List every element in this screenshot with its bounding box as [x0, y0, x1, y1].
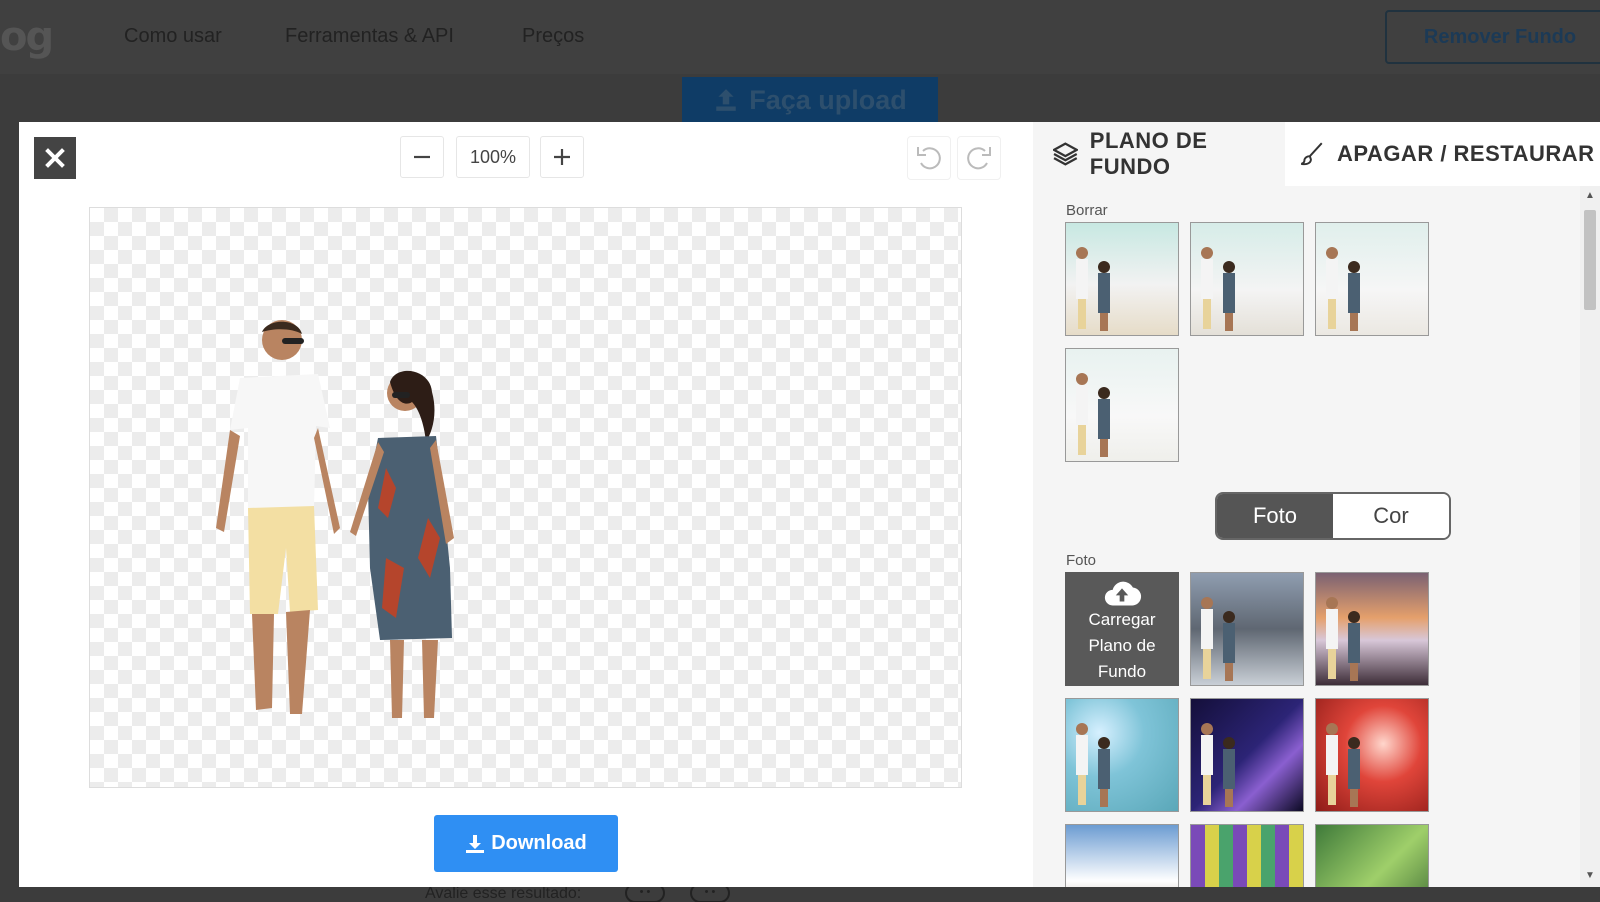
photo-thumbnail-galaxy[interactable] — [1190, 698, 1304, 812]
photo-thumbnail-bokeh-blue[interactable] — [1065, 698, 1179, 812]
nav-link-how-to-use[interactable]: Como usar — [124, 25, 222, 48]
download-icon — [466, 834, 485, 853]
photo-thumbnail-balls[interactable] — [1190, 824, 1304, 887]
tab-background[interactable]: PLANO DE FUNDO — [1033, 122, 1285, 186]
photo-thumbnail-bokeh-red[interactable] — [1315, 698, 1429, 812]
image-canvas[interactable] — [89, 207, 962, 788]
photo-thumbnail-forest[interactable] — [1315, 824, 1429, 887]
tab-erase-restore[interactable]: APAGAR / RESTAURAR — [1285, 122, 1600, 186]
upload-button-label: Faça upload — [749, 84, 907, 115]
zoom-level: 100% — [456, 136, 530, 178]
scroll-up-arrow-icon[interactable]: ▲ — [1585, 190, 1595, 201]
cloud-upload-icon — [1104, 581, 1142, 606]
couple-thumbnail-image — [1201, 723, 1235, 807]
layers-icon — [1053, 142, 1078, 166]
couple-thumbnail-image — [1201, 247, 1235, 331]
site-navbar: og Como usar Ferramentas & API Preços Re… — [0, 0, 1600, 74]
photo-color-toggle: Foto Cor — [1215, 492, 1451, 540]
couple-cutout-image — [216, 320, 454, 718]
photo-thumbnail-city[interactable] — [1190, 572, 1304, 686]
close-button[interactable] — [34, 137, 76, 179]
scroll-down-arrow-icon[interactable]: ▼ — [1585, 870, 1595, 881]
upload-button[interactable]: Faça upload — [682, 77, 938, 123]
toggle-photo[interactable]: Foto — [1217, 494, 1333, 538]
couple-thumbnail-image — [1076, 723, 1110, 807]
couple-thumbnail-image — [1326, 723, 1360, 807]
upload-background-tile[interactable]: Carregar Plano de Fundo — [1065, 572, 1179, 686]
remove-background-button[interactable]: Remover Fundo — [1385, 10, 1600, 64]
minus-icon — [414, 155, 430, 159]
tab-erase-restore-label: APAGAR / RESTAURAR — [1337, 141, 1595, 166]
close-icon — [45, 148, 65, 168]
redo-icon — [967, 147, 991, 170]
upload-tile-line-2: Plano de — [1088, 636, 1156, 655]
nav-link-tools-api[interactable]: Ferramentas & API — [285, 25, 454, 48]
redo-button[interactable] — [957, 136, 1001, 180]
couple-thumbnail-image — [1326, 597, 1360, 681]
editor-modal: 100% Download PLANO DE FUNDO APAGAR / RE… — [19, 122, 1600, 887]
couple-thumbnail-image — [1201, 597, 1235, 681]
rate-result-label: Avalie esse resultado: — [425, 885, 582, 902]
plus-icon — [554, 149, 570, 165]
upload-icon — [716, 89, 736, 111]
undo-icon — [917, 147, 941, 170]
panel-scrollbar[interactable]: ▲ ▼ — [1580, 186, 1600, 887]
upload-tile-line-3: Fundo — [1097, 662, 1147, 681]
undo-button[interactable] — [907, 136, 951, 180]
editor-area: 100% Download — [19, 122, 1033, 887]
tab-background-label: PLANO DE FUNDO — [1089, 128, 1208, 179]
toggle-color[interactable]: Cor — [1333, 494, 1449, 538]
zoom-in-button[interactable] — [540, 136, 584, 178]
upload-tile-line-1: Carregar — [1088, 610, 1156, 629]
zoom-out-button[interactable] — [400, 136, 444, 178]
blur-thumbnail-4[interactable] — [1065, 348, 1179, 462]
site-logo[interactable]: og — [0, 14, 54, 60]
background-panel: PLANO DE FUNDO APAGAR / RESTAURAR Borrar… — [1033, 122, 1600, 887]
couple-thumbnail-image — [1326, 247, 1360, 331]
nav-link-pricing[interactable]: Preços — [522, 25, 584, 48]
blur-thumbnail-2[interactable] — [1190, 222, 1304, 336]
photo-thumbnail-sunset[interactable] — [1315, 572, 1429, 686]
couple-thumbnail-image — [1076, 373, 1110, 457]
blur-thumbnail-1[interactable] — [1065, 222, 1179, 336]
blur-section-label: Borrar — [1066, 202, 1108, 219]
download-button[interactable]: Download — [434, 815, 618, 872]
scroll-thumb[interactable] — [1584, 210, 1596, 310]
photo-section-label: Foto — [1066, 552, 1097, 569]
blur-thumbnail-3[interactable] — [1315, 222, 1429, 336]
photo-thumbnail-sky[interactable] — [1065, 824, 1179, 887]
brush-icon — [1300, 142, 1323, 166]
couple-thumbnail-image — [1076, 247, 1110, 331]
download-button-label: Download — [491, 832, 587, 854]
